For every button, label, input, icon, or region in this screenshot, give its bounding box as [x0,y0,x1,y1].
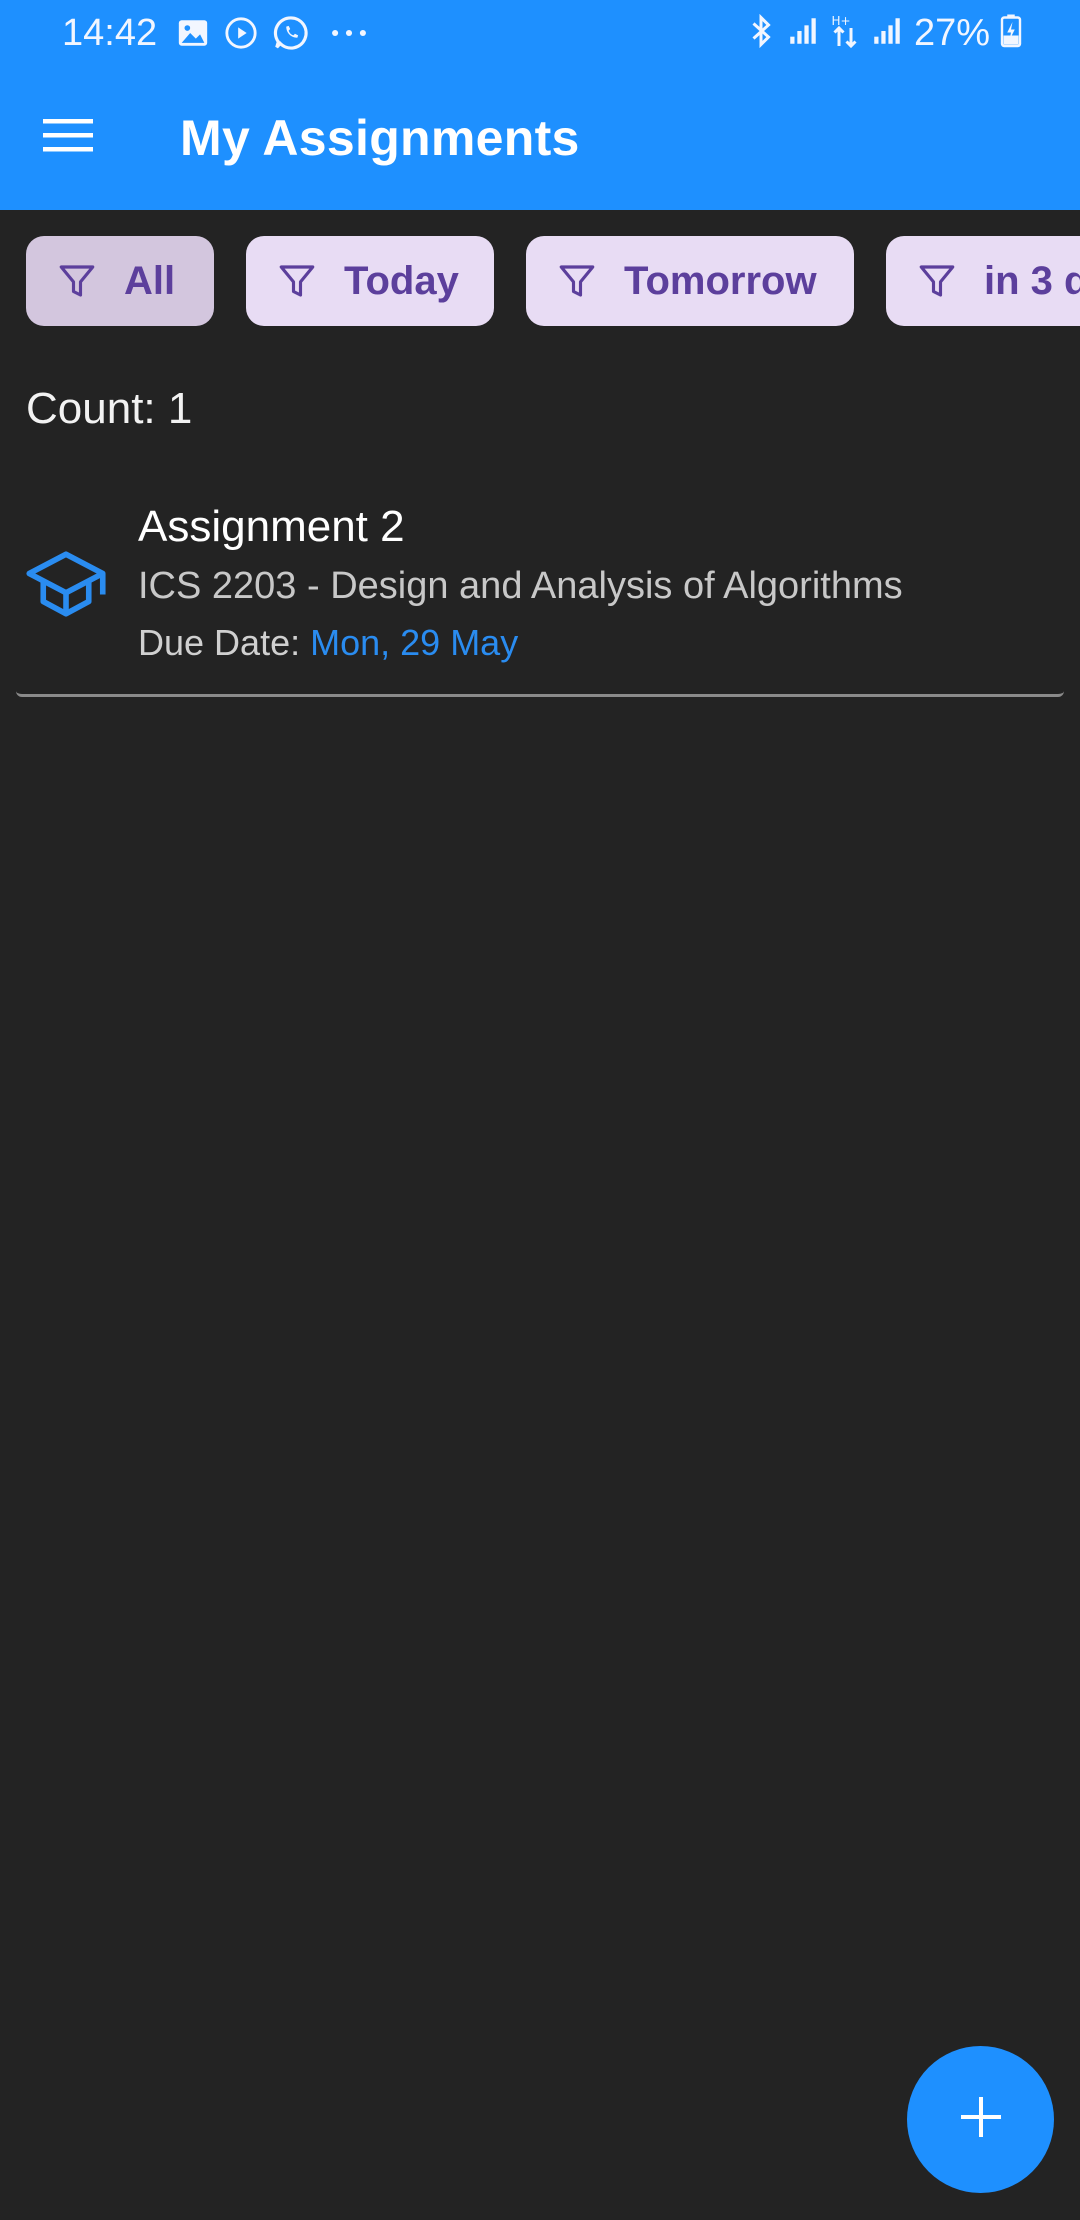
status-system-icons: H+ 27% [746,10,1022,56]
status-bar: 14:42 H+ 27% [0,0,1080,66]
signal-icon [786,14,820,53]
top-bar-background: 14:42 H+ 27% My Assignments [0,0,1080,210]
filter-chip-in-3-days[interactable]: in 3 d [886,236,1080,326]
graduation-cap-icon [24,542,108,626]
assignment-due-date: Due Date: Mon, 29 May [138,620,518,666]
filter-chip-label: All [124,258,176,303]
filter-chip-tomorrow[interactable]: Tomorrow [526,236,854,326]
whatsapp-icon [272,14,310,57]
due-date-value: Mon, 29 May [310,622,519,663]
filter-icon [56,260,98,302]
assignment-title: Assignment 2 [138,502,405,551]
plus-icon [959,2095,1003,2144]
filter-chip-today[interactable]: Today [246,236,494,326]
due-date-label: Due Date: [138,622,301,663]
menu-icon [43,115,93,160]
signal-icon [870,14,904,53]
bluetooth-icon [746,13,776,54]
assignment-course: ICS 2203 - Design and Analysis of Algori… [138,565,903,607]
svg-text:H+: H+ [831,14,850,28]
add-assignment-button[interactable] [907,2046,1054,2193]
play-icon [224,16,258,55]
filter-chip-label: in 3 d [984,258,1080,303]
image-icon [176,16,210,55]
filter-chip-all[interactable]: All [26,236,214,326]
more-dots-icon [324,16,374,55]
filter-icon [916,260,958,302]
filter-icon [276,260,318,302]
data-arrows-icon: H+ [830,13,860,54]
filter-chip-label: Tomorrow [624,258,817,303]
battery-charging-icon [1000,13,1022,54]
app-bar: My Assignments [0,66,1080,210]
assignment-list-item[interactable]: Assignment 2 ICS 2203 - Design and Analy… [16,480,1064,697]
app-screen: 14:42 H+ 27% My Assignments All Today To… [0,0,1080,2220]
status-notification-icons [176,14,374,57]
menu-button[interactable] [30,104,106,170]
filter-chip-row: All Today Tomorrow in 3 d [26,236,1080,326]
filter-chip-label: Today [344,258,459,303]
page-title: My Assignments [180,110,580,166]
filter-icon [556,260,598,302]
battery-percent: 27% [913,12,990,54]
status-time: 14:42 [62,12,158,54]
assignment-count: Count: 1 [26,384,193,433]
